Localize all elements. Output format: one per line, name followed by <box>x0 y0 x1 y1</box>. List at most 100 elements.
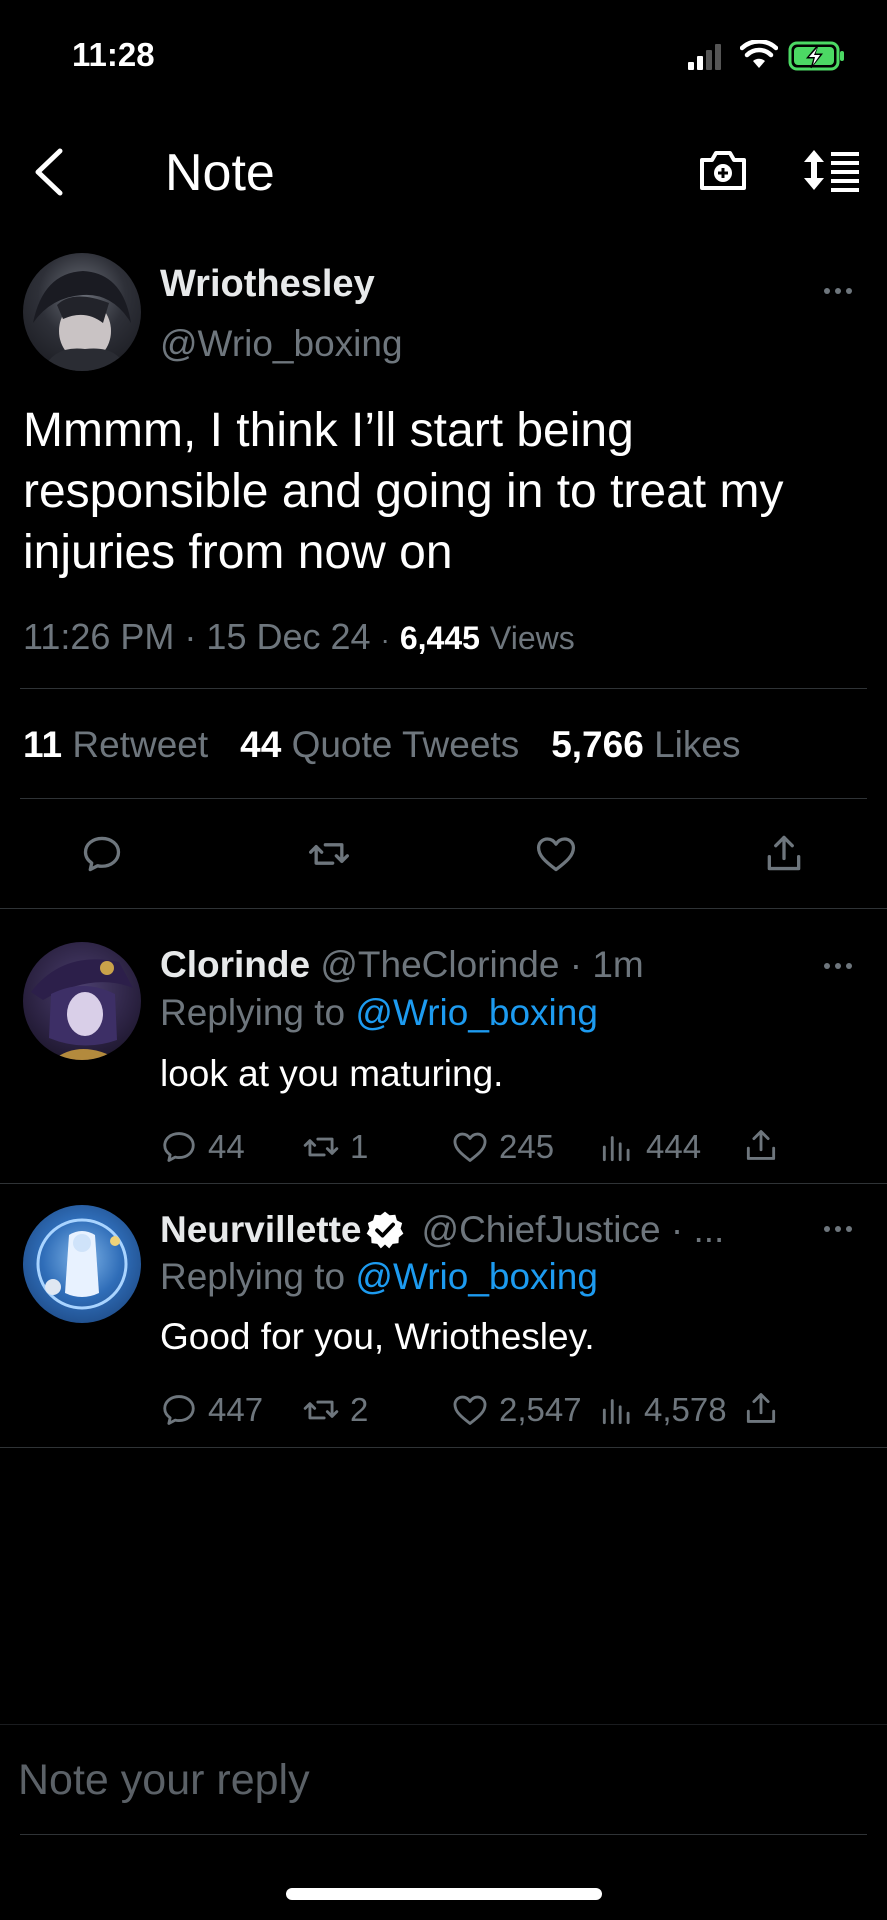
views-label: Views <box>489 620 575 656</box>
share-icon <box>746 1393 776 1423</box>
retweet-icon <box>303 1400 339 1420</box>
reply-author-handle[interactable]: @ChiefJustice · ... <box>422 1209 725 1251</box>
reply-header: Neurvillette @ChiefJustice · ... <box>160 1209 724 1251</box>
reply-author-handle[interactable]: @TheClorinde · 1m <box>320 944 643 985</box>
reply-reply-button[interactable]: 447 <box>160 1391 263 1429</box>
reply-author-name[interactable]: Neurvillette <box>160 1209 362 1251</box>
heart-icon <box>453 1132 487 1162</box>
tweet-text: Mmmm, I think I’ll start being responsib… <box>23 400 783 583</box>
heart-icon <box>453 1395 487 1425</box>
reply-reply-button[interactable]: 44 <box>160 1128 245 1166</box>
retweet-icon <box>303 1137 339 1157</box>
likes-count: 5,766 <box>551 724 644 765</box>
like-count: 245 <box>499 1128 555 1165</box>
quotes-label: Quote Tweets <box>291 724 520 765</box>
more-horizontal-icon <box>824 288 852 294</box>
like-count: 2,547 <box>499 1391 582 1428</box>
reply-icon <box>163 1132 195 1162</box>
signal-icon <box>688 42 724 70</box>
replying-to: Replying to @Wrio_boxing <box>160 992 598 1034</box>
tweet-time: 11:26 PM <box>23 616 175 657</box>
like-button[interactable] <box>533 832 579 876</box>
reply-count: 447 <box>208 1391 264 1428</box>
replying-to-label: Replying to <box>160 1256 346 1297</box>
back-button[interactable] <box>28 145 72 199</box>
reply-retweet-button[interactable]: 2 <box>302 1391 368 1429</box>
reply-text: Good for you, Wriothesley. <box>160 1316 595 1357</box>
camera-button[interactable] <box>698 148 748 192</box>
divider <box>0 1447 887 1448</box>
status-time: 11:28 <box>72 36 155 73</box>
views-count: 444 <box>646 1128 702 1165</box>
likes-label: Likes <box>654 724 741 765</box>
quotes-count: 44 <box>240 724 282 765</box>
replying-to-label: Replying to <box>160 992 346 1033</box>
more-horizontal-icon <box>824 1226 852 1232</box>
separator: · <box>380 624 390 655</box>
author-avatar[interactable] <box>23 253 141 371</box>
retweet-icon <box>309 843 349 865</box>
author-name[interactable]: Wriothesley <box>160 263 375 306</box>
reply-like-button[interactable]: 2,547 <box>451 1391 582 1429</box>
tweet-date: 15 Dec 24 <box>206 616 371 657</box>
reply-like-button[interactable]: 245 <box>451 1128 554 1166</box>
reply-views-button[interactable]: 4,578 <box>598 1391 727 1429</box>
views-icon <box>602 1399 630 1425</box>
views-count: 6,445 <box>399 620 480 656</box>
battery-icon <box>788 40 846 72</box>
reply-views-button[interactable]: 444 <box>598 1128 701 1166</box>
quotes-stat[interactable]: 44 Quote Tweets <box>240 724 519 766</box>
sort-replies-button[interactable] <box>803 148 861 192</box>
more-options-button[interactable] <box>823 955 853 977</box>
retweets-count: 11 <box>23 724 63 765</box>
reply-button[interactable] <box>80 832 124 876</box>
retweets-label: Retweet <box>72 724 209 765</box>
divider <box>0 1724 887 1725</box>
camera-add-icon <box>700 151 746 190</box>
reply-author-name[interactable]: Clorinde <box>160 944 310 985</box>
replying-to-handle[interactable]: @Wrio_boxing <box>355 992 598 1033</box>
retweets-stat[interactable]: 11 Retweet <box>23 724 208 766</box>
divider <box>0 1183 887 1184</box>
tweet-meta: 11:26 PM · 15 Dec 24 · 6,445 Views <box>23 616 575 658</box>
reply-count: 44 <box>208 1128 245 1165</box>
divider <box>20 798 867 799</box>
heart-icon <box>536 837 576 872</box>
reply-header: Clorinde @TheClorinde · 1m <box>160 944 644 986</box>
reply-retweet-button[interactable]: 1 <box>302 1128 368 1166</box>
divider <box>0 908 887 909</box>
replying-to: Replying to @Wrio_boxing <box>160 1256 598 1298</box>
reply-share-button[interactable] <box>742 1389 780 1427</box>
share-button[interactable] <box>762 830 806 876</box>
more-options-button[interactable] <box>823 1218 853 1240</box>
author-handle[interactable]: @Wrio_boxing <box>160 323 403 365</box>
reply-avatar[interactable] <box>23 942 141 1060</box>
sort-icon <box>804 150 859 192</box>
share-icon <box>746 1130 776 1160</box>
tweet-text-line: Mmmm, I think I’ll start being <box>23 404 634 457</box>
home-indicator[interactable] <box>286 1888 602 1900</box>
more-options-button[interactable] <box>823 280 853 302</box>
reply-input[interactable] <box>18 1748 858 1812</box>
replying-to-handle[interactable]: @Wrio_boxing <box>355 1256 598 1297</box>
wifi-icon <box>740 40 778 70</box>
divider <box>20 688 867 689</box>
retweet-button[interactable] <box>306 832 352 876</box>
reply-avatar[interactable] <box>23 1205 141 1323</box>
chevron-left-icon <box>35 148 63 196</box>
retweet-count: 1 <box>350 1128 369 1165</box>
reply-share-button[interactable] <box>742 1126 780 1164</box>
page-title: Note <box>165 144 275 202</box>
share-icon <box>767 835 801 871</box>
status-bar: 11:28 <box>0 0 887 100</box>
verified-badge-icon <box>364 1209 406 1251</box>
divider <box>20 1834 867 1835</box>
engagement-stats: 11 Retweet 44 Quote Tweets 5,766 Likes <box>23 724 740 766</box>
views-count: 4,578 <box>644 1391 727 1428</box>
likes-stat[interactable]: 5,766 Likes <box>551 724 740 766</box>
reply-icon <box>163 1395 195 1425</box>
reply-icon <box>83 836 121 872</box>
more-horizontal-icon <box>824 963 852 969</box>
tweet-text-line: injuries from now on <box>23 526 453 579</box>
tweet-text-line: responsible and going in to treat my <box>23 465 784 518</box>
